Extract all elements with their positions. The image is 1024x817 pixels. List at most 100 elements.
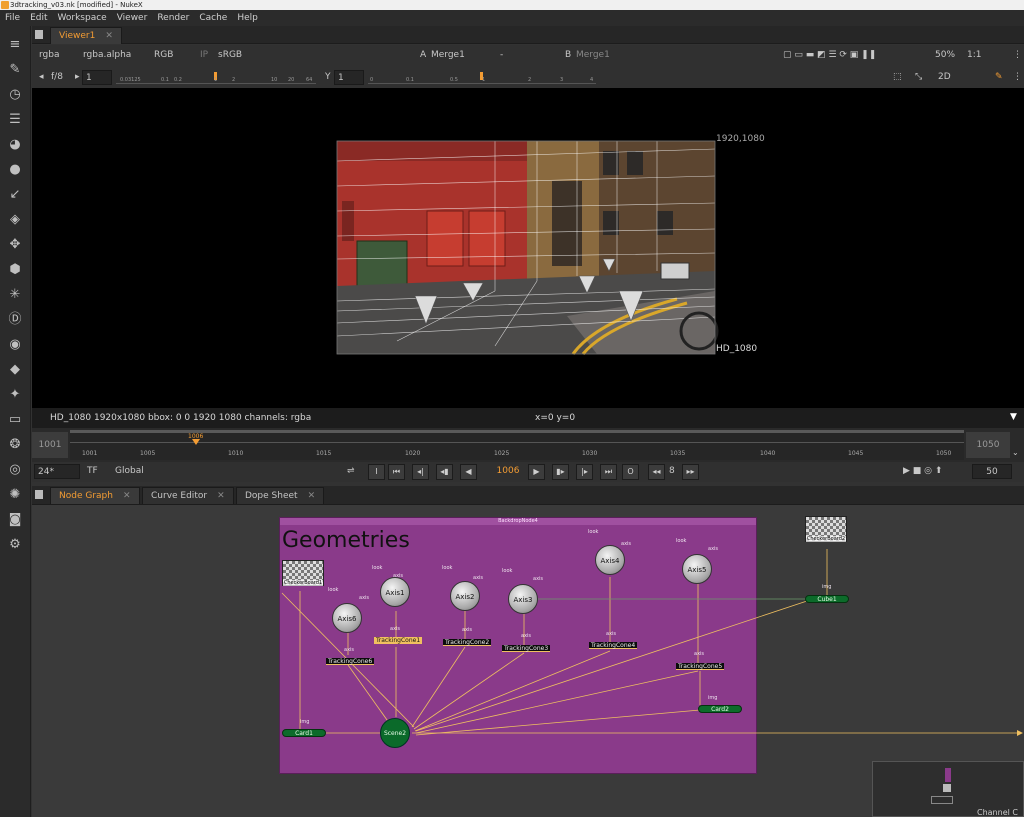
prev-keyframe-button[interactable]: ◂| xyxy=(412,464,429,480)
frame-step-field[interactable]: 8 xyxy=(666,464,678,479)
paint-brush-icon[interactable]: ✎ xyxy=(992,70,1006,85)
trackingcone4-node[interactable]: TrackingCone4 xyxy=(589,642,638,649)
trackingcone6-node[interactable]: TrackingCone6 xyxy=(326,658,375,665)
gamma-slider[interactable]: 0 0.1 0.5 1 2 3 4 xyxy=(368,72,596,84)
deep-nodes-icon[interactable]: Ⓓ xyxy=(5,311,25,329)
menu-cache[interactable]: Cache xyxy=(194,13,232,23)
menu-help[interactable]: Help xyxy=(232,13,263,23)
transform-nodes-icon[interactable]: ✥ xyxy=(5,236,25,254)
more-icon[interactable]: ⋮ xyxy=(1010,48,1024,63)
gain-slider[interactable]: 0.03125 0.1 0.2 1 2 10 20 64 xyxy=(116,72,316,84)
views-nodes-icon[interactable]: ◉ xyxy=(5,336,25,354)
play-backward-button[interactable]: ◀ xyxy=(460,464,477,480)
pixel-ratio-dropdown[interactable]: 1:1 xyxy=(964,48,984,63)
compare-dropdown[interactable]: - xyxy=(497,48,506,63)
minimap-viewport[interactable] xyxy=(931,796,953,804)
close-icon[interactable]: ✕ xyxy=(217,491,225,501)
viewer-option-icons[interactable]: ▢ ▭ ▬ ◩ ☰ ⟳ ▣ ❚❚ xyxy=(780,48,879,63)
zoom-dropdown[interactable]: 50% xyxy=(932,48,958,63)
display-mode-dropdown[interactable]: RGB xyxy=(151,48,176,63)
menu-render[interactable]: Render xyxy=(152,13,194,23)
pane-menu-icon-2[interactable] xyxy=(35,490,43,499)
axis6-node[interactable]: Axis6 xyxy=(332,603,362,633)
ip-toggle[interactable]: IP xyxy=(197,48,211,63)
axis2-node[interactable]: Axis2 xyxy=(450,581,480,611)
time-nodes-icon[interactable]: ◷ xyxy=(5,86,25,104)
info-dropdown-icon[interactable]: ▼ xyxy=(1010,412,1017,422)
gamma-field[interactable]: 1 xyxy=(334,70,364,85)
first-frame-button[interactable]: ⏮ xyxy=(388,464,405,480)
close-icon[interactable]: ✕ xyxy=(105,31,113,41)
out-point-button[interactable]: O xyxy=(622,464,639,480)
keyer-nodes-icon[interactable]: ↙ xyxy=(5,186,25,204)
channels-dropdown[interactable]: rgba xyxy=(36,48,62,63)
timeline-expand-icon[interactable]: ⌄ xyxy=(1012,448,1019,457)
next-frame-button[interactable]: ▮▸ xyxy=(552,464,569,480)
view-mode-dropdown[interactable]: 2D xyxy=(935,70,954,85)
image-nodes-icon[interactable]: ≡ xyxy=(5,36,25,54)
timeline-end-field[interactable]: 1050 xyxy=(966,432,1010,458)
axis3-node[interactable]: Axis3 xyxy=(508,584,538,614)
scene2-node[interactable]: Scene2 xyxy=(380,718,410,748)
tf-dropdown[interactable]: TF xyxy=(84,464,101,479)
last-frame-button[interactable]: ⏭ xyxy=(600,464,617,480)
menu-workspace[interactable]: Workspace xyxy=(53,13,112,23)
axis1-node[interactable]: Axis1 xyxy=(380,577,410,607)
close-icon[interactable]: ✕ xyxy=(308,491,316,501)
viewer-canvas[interactable]: 1920,1080 HD_1080 xyxy=(32,88,1024,408)
ocula-nodes-icon[interactable]: ◎ xyxy=(5,461,25,479)
playback-range-field[interactable]: 50 xyxy=(972,464,1012,479)
cara-nodes-icon[interactable]: ◙ xyxy=(5,511,25,529)
menu-edit[interactable]: Edit xyxy=(25,13,52,23)
roi-icon[interactable]: ⬚ xyxy=(890,70,905,85)
play-forward-button[interactable]: ▶ xyxy=(528,464,545,480)
menu-viewer[interactable]: Viewer xyxy=(112,13,153,23)
timeline-range-bar[interactable] xyxy=(70,430,964,433)
checkerboard1-node[interactable]: CheckerBoard1 xyxy=(282,560,324,586)
merge-nodes-icon[interactable]: ◈ xyxy=(5,211,25,229)
next-keyframe-button[interactable]: |▸ xyxy=(576,464,593,480)
color-nodes-icon[interactable]: ◕ xyxy=(5,136,25,154)
scope-dropdown[interactable]: Global xyxy=(112,464,147,479)
prev-frame-button[interactable]: ◂▮ xyxy=(436,464,453,480)
lut-dropdown[interactable]: sRGB xyxy=(215,48,245,63)
toolsets-icon[interactable]: ✦ xyxy=(5,386,25,404)
current-frame-field[interactable]: 1006 xyxy=(488,464,528,479)
draw-nodes-icon[interactable]: ✎ xyxy=(5,61,25,79)
trackingcone3-node[interactable]: TrackingCone3 xyxy=(502,645,551,652)
render-icons[interactable]: ▶ ■ ◎ ⬆ xyxy=(900,464,945,479)
playhead-marker[interactable] xyxy=(192,439,200,445)
trackingcone5-node[interactable]: TrackingCone5 xyxy=(676,663,725,670)
node-graph[interactable]: BackdropNode4 Geometries Axis1 Axis2 Axi… xyxy=(32,505,1024,817)
filter-nodes-icon[interactable]: ● xyxy=(5,161,25,179)
step-back-button[interactable]: ◂◂ xyxy=(648,464,665,480)
checkerboard2-node[interactable]: CheckerBoard2 xyxy=(805,516,847,542)
card2-node[interactable]: Card2 xyxy=(698,705,742,713)
other-nodes-icon[interactable]: ▭ xyxy=(5,411,25,429)
tab-curve-editor[interactable]: Curve Editor ✕ xyxy=(142,487,234,504)
3d-nodes-icon[interactable]: ⬢ xyxy=(5,261,25,279)
furnace-nodes-icon[interactable]: ❂ xyxy=(5,436,25,454)
tab-dope-sheet[interactable]: Dope Sheet ✕ xyxy=(236,487,325,504)
close-icon[interactable]: ✕ xyxy=(123,491,131,501)
timeline-scrubber[interactable]: 1001 1005 1010 1015 1020 1025 1030 1035 … xyxy=(70,430,964,460)
fstop-up-icon[interactable]: ▸ xyxy=(72,70,83,85)
channel-nodes-icon[interactable]: ☰ xyxy=(5,111,25,129)
step-forward-button[interactable]: ▸▸ xyxy=(682,464,699,480)
fps-dropdown[interactable]: 24* xyxy=(34,464,80,479)
metadata-nodes-icon[interactable]: ◆ xyxy=(5,361,25,379)
more-icon-2[interactable]: ⋮ xyxy=(1010,70,1024,85)
fstop-down-icon[interactable]: ◂ xyxy=(36,70,47,85)
transform-icon[interactable]: ⤡ xyxy=(912,70,925,85)
input-a-dropdown[interactable]: Merge1 xyxy=(428,48,468,63)
cube1-node[interactable]: Cube1 xyxy=(805,595,849,603)
tab-node-graph[interactable]: Node Graph ✕ xyxy=(50,487,140,504)
card1-node[interactable]: Card1 xyxy=(282,729,326,737)
playback-mode-icon[interactable]: ⇌ xyxy=(344,464,358,479)
gain-field[interactable]: 1 xyxy=(82,70,112,85)
settings-nodes-icon[interactable]: ⚙ xyxy=(5,536,25,554)
trackingcone2-node[interactable]: TrackingCone2 xyxy=(443,639,492,646)
particles-nodes-icon[interactable]: ✳ xyxy=(5,286,25,304)
input-b-dropdown[interactable]: Merge1 xyxy=(573,48,613,63)
timeline-start-field[interactable]: 1001 xyxy=(32,432,68,458)
